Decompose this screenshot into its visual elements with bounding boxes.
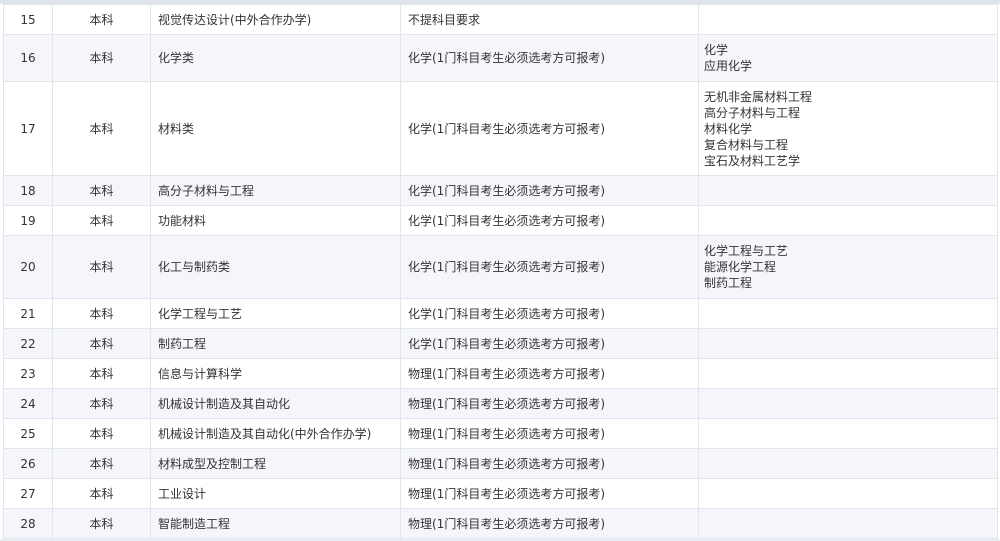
row-index-cell: 21 [3, 298, 53, 329]
education-level-cell: 本科 [52, 81, 151, 176]
included-major-item: 无机非金属材料工程 [704, 89, 813, 104]
major-name-cell: 化工与制药类 [150, 235, 401, 299]
included-majors-cell [698, 298, 998, 329]
education-level-cell: 本科 [52, 205, 151, 236]
education-level-cell: 本科 [52, 235, 151, 299]
education-level-cell: 本科 [52, 388, 151, 419]
table-row: 25 本科 机械设计制造及其自动化(中外合作办学) 物理(1门科目考生必须选考方可报考… [3, 418, 998, 449]
row-index-cell: 20 [3, 235, 53, 299]
major-name-cell: 材料类 [150, 81, 401, 176]
education-level-cell: 本科 [52, 358, 151, 389]
subject-requirement-cell: 不提科目要求 [400, 4, 699, 35]
major-name-cell: 化学工程与工艺 [150, 298, 401, 329]
included-majors-cell: 无机非金属材料工程 高分子材料与工程 材料化学 复合材料与工程 宝石及材料工艺学 [698, 81, 998, 176]
included-major-item: 高分子材料与工程 [704, 105, 801, 120]
subject-requirement-cell: 物理(1门科目考生必须选考方可报考) [400, 358, 699, 389]
table-row: 26 本科 材料成型及控制工程 物理(1门科目考生必须选考方可报考) [3, 448, 998, 479]
subject-requirement-cell: 物理(1门科目考生必须选考方可报考) [400, 508, 699, 539]
row-index-cell: 15 [3, 4, 53, 35]
subject-requirement-cell: 物理(1门科目考生必须选考方可报考) [400, 448, 699, 479]
education-level-cell: 本科 [52, 508, 151, 539]
subject-requirement-cell: 化学(1门科目考生必须选考方可报考) [400, 328, 699, 359]
subject-requirement-cell: 化学(1门科目考生必须选考方可报考) [400, 34, 699, 82]
included-major-item: 材料化学 [704, 121, 753, 136]
education-level-cell: 本科 [52, 34, 151, 82]
included-majors-cell [698, 4, 998, 35]
included-majors-cell [698, 175, 998, 206]
included-majors-cell [698, 388, 998, 419]
education-level-cell: 本科 [52, 418, 151, 449]
row-index-cell: 22 [3, 328, 53, 359]
table-row: 22 本科 制药工程 化学(1门科目考生必须选考方可报考) [3, 328, 998, 359]
included-major-item: 化学工程与工艺 [704, 244, 789, 258]
major-requirements-table: 15 本科 视觉传达设计(中外合作办学) 不提科目要求 16 本科 化学类 化学(1门科目考生… [3, 4, 998, 539]
subject-requirement-cell: 化学(1门科目考生必须选考方可报考) [400, 298, 699, 329]
included-major-item: 宝石及材料工艺学 [704, 153, 801, 168]
subject-requirement-cell: 物理(1门科目考生必须选考方可报考) [400, 388, 699, 419]
row-index-cell: 28 [3, 508, 53, 539]
table-row: 15 本科 视觉传达设计(中外合作办学) 不提科目要求 [3, 4, 998, 35]
education-level-cell: 本科 [52, 298, 151, 329]
education-level-cell: 本科 [52, 4, 151, 35]
subject-requirement-cell: 化学(1门科目考生必须选考方可报考) [400, 205, 699, 236]
education-level-cell: 本科 [52, 478, 151, 509]
table-row: 19 本科 功能材料 化学(1门科目考生必须选考方可报考) [3, 205, 998, 236]
major-name-cell: 机械设计制造及其自动化(中外合作办学) [150, 418, 401, 449]
included-majors-cell [698, 508, 998, 539]
table-row: 21 本科 化学工程与工艺 化学(1门科目考生必须选考方可报考) [3, 298, 998, 329]
table-row: 27 本科 工业设计 物理(1门科目考生必须选考方可报考) [3, 478, 998, 509]
subject-requirement-cell: 化学(1门科目考生必须选考方可报考) [400, 175, 699, 206]
table-row: 28 本科 智能制造工程 物理(1门科目考生必须选考方可报考) [3, 508, 998, 539]
major-name-cell: 化学类 [150, 34, 401, 82]
major-name-cell: 功能材料 [150, 205, 401, 236]
included-majors-cell: 化学工程与工艺 能源化学工程 制药工程 [698, 235, 998, 299]
included-major-item: 能源化学工程 [704, 260, 777, 274]
table-body: 15 本科 视觉传达设计(中外合作办学) 不提科目要求 16 本科 化学类 化学(1门科目考生… [3, 4, 998, 539]
table-row: 17 本科 材料类 化学(1门科目考生必须选考方可报考) 无机非金属材料工程 高分子材料与… [3, 81, 998, 176]
major-name-cell: 智能制造工程 [150, 508, 401, 539]
table-row: 23 本科 信息与计算科学 物理(1门科目考生必须选考方可报考) [3, 358, 998, 389]
included-major-item: 化学 [704, 43, 729, 57]
included-major-item: 制药工程 [704, 276, 753, 290]
row-index-cell: 17 [3, 81, 53, 176]
major-name-cell: 高分子材料与工程 [150, 175, 401, 206]
included-major-item: 复合材料与工程 [704, 137, 789, 152]
included-majors-cell [698, 358, 998, 389]
major-name-cell: 材料成型及控制工程 [150, 448, 401, 479]
row-index-cell: 19 [3, 205, 53, 236]
education-level-cell: 本科 [52, 328, 151, 359]
major-name-cell: 工业设计 [150, 478, 401, 509]
included-majors-cell [698, 448, 998, 479]
row-index-cell: 26 [3, 448, 53, 479]
table-row: 20 本科 化工与制药类 化学(1门科目考生必须选考方可报考) 化学工程与工艺 能源化学工… [3, 235, 998, 299]
row-index-cell: 16 [3, 34, 53, 82]
subject-requirement-cell: 化学(1门科目考生必须选考方可报考) [400, 81, 699, 176]
subject-requirement-cell: 物理(1门科目考生必须选考方可报考) [400, 478, 699, 509]
row-index-cell: 23 [3, 358, 53, 389]
table-row: 24 本科 机械设计制造及其自动化 物理(1门科目考生必须选考方可报考) [3, 388, 998, 419]
included-majors-cell: 化学 应用化学 [698, 34, 998, 82]
table-row: 16 本科 化学类 化学(1门科目考生必须选考方可报考) 化学 应用化学 [3, 34, 998, 82]
major-name-cell: 机械设计制造及其自动化 [150, 388, 401, 419]
row-index-cell: 25 [3, 418, 53, 449]
subject-requirement-cell: 物理(1门科目考生必须选考方可报考) [400, 418, 699, 449]
education-level-cell: 本科 [52, 175, 151, 206]
included-majors-cell [698, 328, 998, 359]
row-index-cell: 27 [3, 478, 53, 509]
education-level-cell: 本科 [52, 448, 151, 479]
major-name-cell: 信息与计算科学 [150, 358, 401, 389]
major-name-cell: 制药工程 [150, 328, 401, 359]
table-row: 18 本科 高分子材料与工程 化学(1门科目考生必须选考方可报考) [3, 175, 998, 206]
included-majors-cell [698, 205, 998, 236]
included-majors-cell [698, 478, 998, 509]
row-index-cell: 18 [3, 175, 53, 206]
included-major-item: 应用化学 [704, 59, 753, 73]
major-name-cell: 视觉传达设计(中外合作办学) [150, 4, 401, 35]
included-majors-cell [698, 418, 998, 449]
row-index-cell: 24 [3, 388, 53, 419]
subject-requirement-cell: 化学(1门科目考生必须选考方可报考) [400, 235, 699, 299]
